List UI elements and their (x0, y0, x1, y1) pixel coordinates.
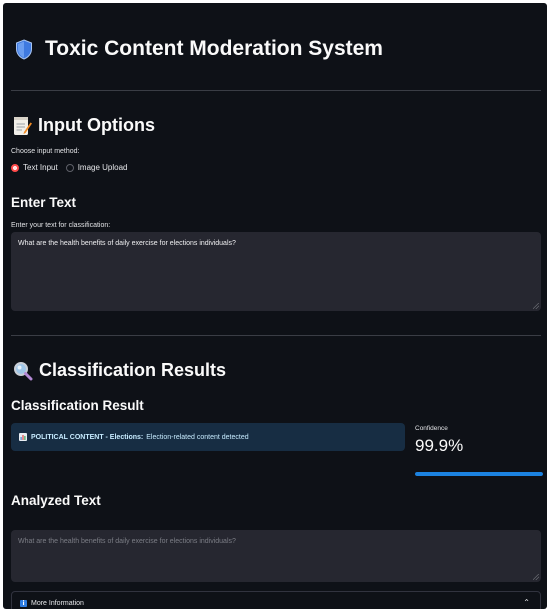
main-content: Toxic Content Moderation System Input Op… (11, 3, 543, 609)
input-method-radio-group: Text Input Image Upload (11, 163, 136, 172)
input-options-heading: Input Options (38, 115, 155, 135)
analyzed-text-heading: Analyzed Text (11, 493, 101, 508)
resize-handle-icon (533, 574, 539, 580)
app-container: Toxic Content Moderation System Input Op… (3, 3, 547, 609)
result-description: Election-related content detected (146, 433, 249, 441)
more-information-expander[interactable]: i More Information ⌃ (11, 591, 541, 609)
text-input-value: What are the health benefits of daily ex… (18, 240, 236, 247)
radio-selected-indicator[interactable] (11, 163, 19, 172)
radio-text-input-label: Text Input (23, 163, 58, 172)
divider (11, 90, 541, 91)
confidence-label: Confidence (415, 425, 448, 432)
text-field-label: Enter your text for classification: (11, 222, 111, 229)
confidence-value: 99.9% (415, 436, 464, 455)
analyzed-text-area: What are the health benefits of daily ex… (11, 530, 541, 582)
info-icon: i (20, 599, 27, 607)
bar-chart-icon (19, 433, 27, 441)
radio-unselected-indicator[interactable] (65, 163, 74, 172)
classification-result-heading: Classification Result (11, 398, 144, 413)
chevron-up-icon[interactable]: ⌃ (523, 598, 530, 607)
confidence-progress-fill (415, 472, 543, 476)
memo-icon (14, 116, 32, 135)
resize-handle-icon[interactable] (533, 303, 539, 309)
radio-image-upload-label: Image Upload (77, 163, 128, 172)
radio-text-input[interactable]: Text Input (11, 163, 58, 172)
result-category: POLITICAL CONTENT - Elections: (31, 433, 144, 441)
confidence-progress-bar (415, 472, 543, 476)
divider (11, 335, 541, 336)
text-input-area[interactable]: What are the health benefits of daily ex… (11, 232, 541, 311)
results-heading: Classification Results (39, 360, 227, 380)
page-title: Toxic Content Moderation System (45, 37, 383, 60)
classification-result-box: POLITICAL CONTENT - Elections: Election-… (11, 423, 405, 451)
radio-image-upload[interactable]: Image Upload (65, 163, 128, 172)
shield-icon (16, 38, 32, 60)
magnifier-icon (14, 361, 33, 380)
enter-text-heading: Enter Text (11, 195, 77, 210)
input-options-header: Input Options (13, 115, 155, 136)
analyzed-text-value: What are the health benefits of daily ex… (18, 538, 236, 545)
results-header: Classification Results (13, 360, 226, 381)
more-information-label: More Information (31, 599, 84, 607)
input-method-label: Choose input method: (11, 148, 80, 155)
page-header: Toxic Content Moderation System (15, 37, 383, 61)
